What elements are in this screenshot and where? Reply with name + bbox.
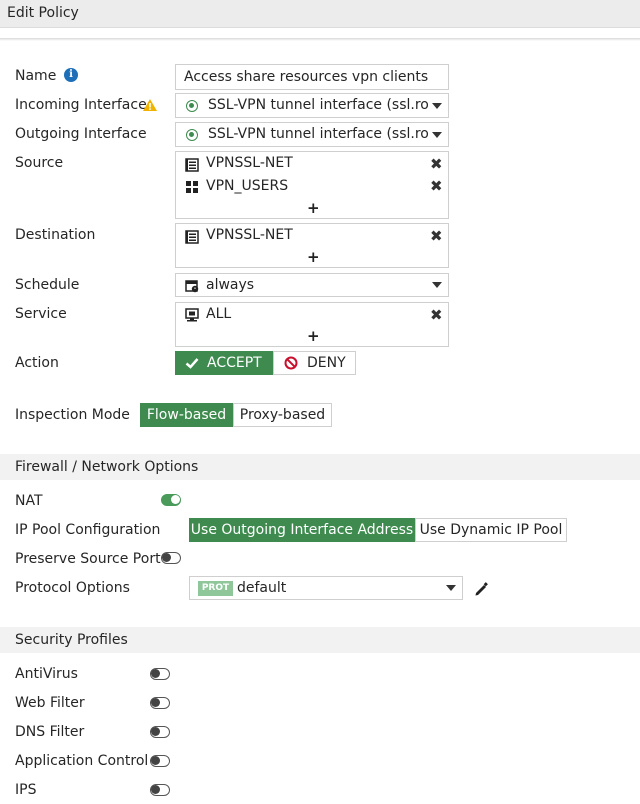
use-outgoing-interface-label: Use Outgoing Interface Address [190, 522, 414, 538]
name-label: Name [15, 68, 57, 84]
incoming-interface-select[interactable]: SSL-VPN tunnel interface (ssl.root) [175, 93, 449, 118]
section-title: Firewall / Network Options [15, 459, 199, 475]
warning-icon[interactable] [142, 98, 158, 112]
title-bar: Edit Policy [0, 0, 640, 28]
accept-button[interactable]: ACCEPT [175, 351, 273, 375]
antivirus-toggle[interactable] [150, 668, 170, 680]
source-field[interactable]: VPNSSL-NET ✖ VPN_USERS ✖ + [175, 151, 449, 219]
preserve-source-port-toggle[interactable] [161, 552, 181, 564]
nat-label: NAT [15, 493, 43, 509]
application-control-toggle[interactable] [150, 755, 170, 767]
web-filter-label: Web Filter [15, 695, 85, 711]
application-control-label: Application Control [15, 753, 149, 769]
action-label: Action [15, 355, 59, 371]
inspection-mode-label: Inspection Mode [15, 407, 130, 423]
page-title: Edit Policy [7, 5, 79, 21]
interface-icon [186, 129, 198, 141]
use-dynamic-ip-pool-button[interactable]: Use Dynamic IP Pool [415, 518, 567, 542]
incoming-interface-label: Incoming Interface [15, 97, 147, 113]
outgoing-interface-label: Outgoing Interface [15, 126, 147, 142]
destination-item: VPNSSL-NET [206, 227, 293, 243]
schedule-label: Schedule [15, 277, 80, 293]
firewall-section-header: Firewall / Network Options [0, 454, 640, 480]
interface-icon [186, 100, 198, 112]
security-profiles-section-header: Security Profiles [0, 627, 640, 653]
chevron-down-icon [446, 585, 456, 591]
destination-field[interactable]: VPNSSL-NET ✖ + [175, 223, 449, 268]
source-item: VPN_USERS [206, 178, 289, 194]
deny-label: DENY [307, 355, 346, 371]
chevron-down-icon [432, 282, 442, 288]
use-outgoing-interface-button[interactable]: Use Outgoing Interface Address [189, 518, 415, 542]
nat-toggle[interactable] [161, 494, 181, 506]
service-label: Service [15, 306, 67, 322]
source-label: Source [15, 155, 64, 171]
address-icon [185, 158, 199, 172]
outgoing-interface-select[interactable]: SSL-VPN tunnel interface (ssl.root) [175, 122, 449, 147]
divider [0, 38, 640, 41]
protocol-options-select[interactable]: PROT default [189, 576, 463, 600]
flow-based-label: Flow-based [146, 407, 227, 423]
name-value: Access share resources vpn clients [184, 69, 429, 85]
deny-icon [284, 356, 298, 370]
use-dynamic-ip-pool-label: Use Dynamic IP Pool [419, 522, 563, 538]
protocol-options-value: default [237, 580, 287, 596]
remove-icon[interactable]: ✖ [430, 308, 443, 323]
dns-filter-toggle[interactable] [150, 726, 170, 738]
remove-icon[interactable]: ✖ [430, 157, 443, 172]
preserve-source-port-label: Preserve Source Port [15, 551, 161, 567]
add-service-button[interactable]: + [307, 327, 320, 345]
incoming-interface-value: SSL-VPN tunnel interface (ssl.root) [208, 97, 428, 113]
chevron-down-icon [432, 132, 442, 138]
info-icon[interactable]: i [64, 68, 78, 82]
check-icon [185, 358, 199, 369]
calendar-icon [185, 280, 199, 293]
proxy-based-button[interactable]: Proxy-based [233, 403, 332, 427]
deny-button[interactable]: DENY [273, 351, 356, 375]
user-group-icon [186, 181, 198, 193]
add-destination-button[interactable]: + [307, 248, 320, 266]
dns-filter-label: DNS Filter [15, 724, 85, 740]
protocol-badge: PROT [198, 581, 233, 596]
name-input[interactable]: Access share resources vpn clients [175, 64, 449, 90]
outgoing-interface-value: SSL-VPN tunnel interface (ssl.root) [208, 126, 428, 142]
antivirus-label: AntiVirus [15, 666, 78, 682]
proxy-based-label: Proxy-based [239, 407, 326, 423]
ips-label: IPS [15, 782, 37, 798]
remove-icon[interactable]: ✖ [430, 179, 443, 194]
chevron-down-icon [432, 103, 442, 109]
destination-label: Destination [15, 227, 96, 243]
ips-toggle[interactable] [150, 784, 170, 796]
add-source-button[interactable]: + [307, 199, 320, 217]
schedule-value: always [206, 277, 255, 293]
ip-pool-label: IP Pool Configuration [15, 522, 161, 538]
section-title: Security Profiles [15, 632, 128, 648]
remove-icon[interactable]: ✖ [430, 229, 443, 244]
edit-icon[interactable] [473, 581, 489, 597]
web-filter-toggle[interactable] [150, 697, 170, 709]
service-icon [185, 308, 199, 322]
accept-label: ACCEPT [207, 355, 262, 371]
service-item: ALL [206, 306, 232, 322]
schedule-select[interactable]: always [175, 273, 449, 297]
protocol-options-label: Protocol Options [15, 580, 130, 596]
flow-based-button[interactable]: Flow-based [140, 403, 233, 427]
address-icon [185, 230, 199, 244]
service-field[interactable]: ALL ✖ + [175, 302, 449, 347]
source-item: VPNSSL-NET [206, 155, 293, 171]
